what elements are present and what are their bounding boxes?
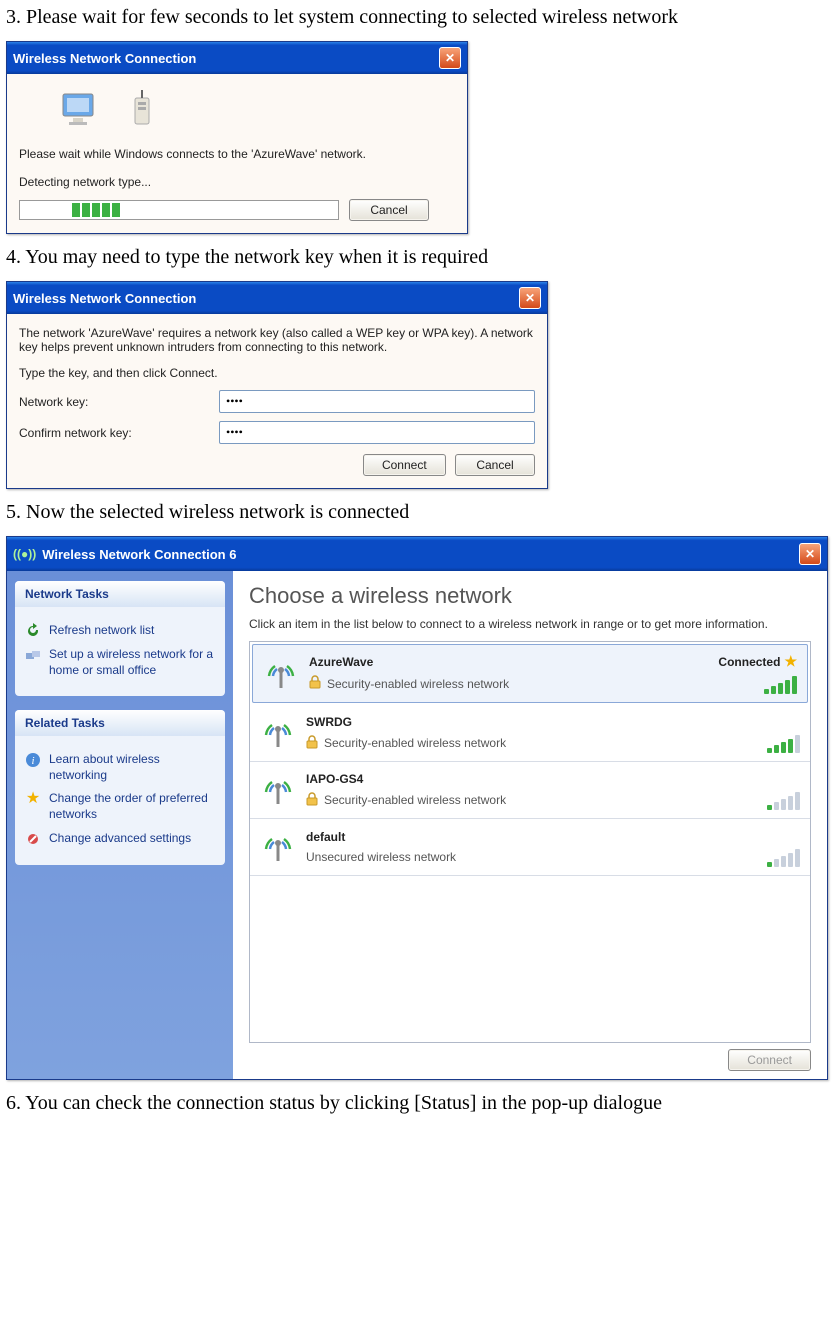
- wifi-icon: [260, 715, 296, 751]
- network-key-label: Network key:: [19, 395, 219, 409]
- network-security: Security-enabled wireless network: [306, 735, 757, 752]
- signal-icon: [767, 792, 800, 810]
- wifi-icon: [260, 829, 296, 865]
- titlebar: Wireless Network Connection ✕: [7, 282, 547, 314]
- main-panel: Choose a wireless network Click an item …: [233, 571, 827, 1079]
- close-icon[interactable]: ✕: [439, 47, 461, 69]
- learn-wireless[interactable]: i Learn about wireless networking: [25, 752, 215, 783]
- step-6-text: 6. You can check the connection status b…: [6, 1092, 834, 1115]
- network-security: Unsecured wireless network: [306, 850, 757, 864]
- lock-icon: [309, 675, 321, 692]
- confirm-key-label: Confirm network key:: [19, 426, 219, 440]
- network-item[interactable]: default Unsecured wireless network: [250, 819, 810, 876]
- network-list[interactable]: AzureWave Security-enabled wireless netwo…: [249, 641, 811, 1043]
- star-icon: ★: [25, 791, 41, 807]
- network-item[interactable]: AzureWave Security-enabled wireless netwo…: [252, 644, 808, 703]
- dialog-title: Wireless Network Connection: [13, 51, 196, 66]
- type-key-prompt: Type the key, and then click Connect.: [19, 366, 535, 380]
- network-security: Security-enabled wireless network: [309, 675, 708, 692]
- signal-icon: [767, 849, 800, 867]
- setup-icon: [25, 647, 41, 663]
- wifi-title-icon: ((●)): [13, 547, 36, 561]
- network-tasks-header: Network Tasks: [15, 581, 225, 607]
- related-tasks-panel: Related Tasks i Learn about wireless net…: [15, 710, 225, 864]
- network-security: Security-enabled wireless network: [306, 792, 757, 809]
- related-tasks-header: Related Tasks: [15, 710, 225, 736]
- connect-button[interactable]: Connect: [363, 454, 446, 476]
- step-4-text: 4. You may need to type the network key …: [6, 246, 834, 269]
- connect-button[interactable]: Connect: [728, 1049, 811, 1071]
- step-3-text: 3. Please wait for few seconds to let sy…: [6, 6, 834, 29]
- change-advanced[interactable]: Change advanced settings: [25, 831, 215, 847]
- network-name: IAPO-GS4: [306, 772, 757, 786]
- refresh-network-list[interactable]: Refresh network list: [25, 623, 215, 639]
- signal-icon: [764, 676, 797, 694]
- connecting-dialog: Wireless Network Connection ✕ Please wai…: [6, 41, 468, 234]
- choose-network-heading: Choose a wireless network: [249, 583, 811, 609]
- network-tasks-panel: Network Tasks Refresh network list Set u…: [15, 581, 225, 696]
- network-key-dialog: Wireless Network Connection ✕ The networ…: [6, 281, 548, 489]
- signal-icon: [767, 735, 800, 753]
- monitor-icon: [59, 90, 103, 133]
- star-icon: ★: [784, 653, 797, 670]
- choose-network-sub: Click an item in the list below to conne…: [249, 617, 811, 631]
- key-required-message: The network 'AzureWave' requires a netwo…: [19, 326, 535, 354]
- cancel-button[interactable]: Cancel: [349, 199, 429, 221]
- wifi-icon: [260, 772, 296, 808]
- titlebar: Wireless Network Connection ✕: [7, 42, 467, 74]
- dialog-title: Wireless Network Connection: [13, 291, 196, 306]
- close-icon[interactable]: ✕: [519, 287, 541, 309]
- connecting-message: Please wait while Windows connects to th…: [19, 147, 455, 161]
- refresh-icon: [25, 623, 41, 639]
- network-name: SWRDG: [306, 715, 757, 729]
- connected-label: Connected ★: [718, 653, 797, 670]
- network-name: AzureWave: [309, 655, 708, 669]
- advanced-icon: [25, 831, 41, 847]
- lock-icon: [306, 735, 318, 752]
- confirm-key-input[interactable]: [219, 421, 535, 444]
- cancel-button[interactable]: Cancel: [455, 454, 535, 476]
- step-5-text: 5. Now the selected wireless network is …: [6, 501, 834, 524]
- progress-bar: [19, 200, 339, 220]
- status-text: Detecting network type...: [19, 175, 455, 189]
- access-point-icon: [127, 90, 157, 133]
- change-order[interactable]: ★ Change the order of preferred networks: [25, 791, 215, 822]
- wifi-icon: [263, 656, 299, 692]
- titlebar: ((●)) Wireless Network Connection 6 ✕: [7, 537, 827, 571]
- setup-wireless-network[interactable]: Set up a wireless network for a home or …: [25, 647, 215, 678]
- wireless-list-dialog: ((●)) Wireless Network Connection 6 ✕ Ne…: [6, 536, 828, 1080]
- network-item[interactable]: SWRDG Security-enabled wireless network: [250, 705, 810, 762]
- network-name: default: [306, 830, 757, 844]
- lock-icon: [306, 792, 318, 809]
- sidebar: Network Tasks Refresh network list Set u…: [7, 571, 233, 1079]
- dialog-title: Wireless Network Connection 6: [42, 547, 236, 562]
- network-key-input[interactable]: [219, 390, 535, 413]
- info-icon: i: [25, 752, 41, 768]
- network-item[interactable]: IAPO-GS4 Security-enabled wireless networ…: [250, 762, 810, 819]
- svg-text:i: i: [31, 755, 34, 767]
- close-icon[interactable]: ✕: [799, 543, 821, 565]
- icon-row: [19, 86, 455, 147]
